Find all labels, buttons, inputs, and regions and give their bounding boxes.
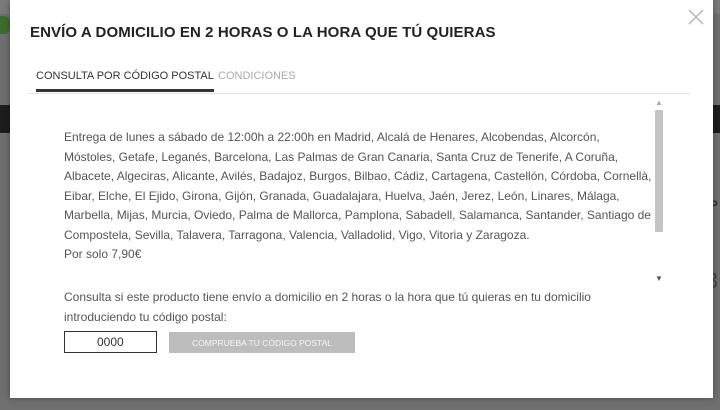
check-postal-code-button[interactable]: COMPRUEBA TU CÓDIGO POSTAL [169,332,355,353]
scroll-up-icon[interactable]: ▲ [652,96,666,110]
postal-code-input[interactable] [64,331,157,353]
consult-instructions: Consulta si este producto tiene envío a … [64,290,591,324]
close-icon[interactable] [687,8,705,26]
modal-tabs: CONSULTA POR CÓDIGO POSTAL CONDICIONES [28,62,690,94]
background-nav-bar-left [0,105,10,133]
delivery-description: Entrega de lunes a sábado de 12:00h a 22… [64,128,654,265]
background-logo-fragment [0,16,10,34]
scroll-down-icon[interactable]: ▼ [652,272,666,286]
delivery-cities-text: Entrega de lunes a sábado de 12:00h a 22… [64,130,652,242]
description-scroll-area[interactable]: Entrega de lunes a sábado de 12:00h a 22… [40,94,666,287]
modal-title: ENVÍO A DOMICILIO EN 2 HORAS O LA HORA Q… [30,24,496,41]
scroll-thumb[interactable] [655,110,663,232]
delivery-price: Por solo 7,90€ [64,247,142,261]
delivery-modal: ENVÍO A DOMICILIO EN 2 HORAS O LA HORA Q… [10,0,713,398]
description-scrollbar[interactable]: ▲ ▼ [652,96,666,286]
tab-conditions[interactable]: CONDICIONES [218,70,296,89]
tab-postal-code[interactable]: CONSULTA POR CÓDIGO POSTAL [36,70,214,92]
